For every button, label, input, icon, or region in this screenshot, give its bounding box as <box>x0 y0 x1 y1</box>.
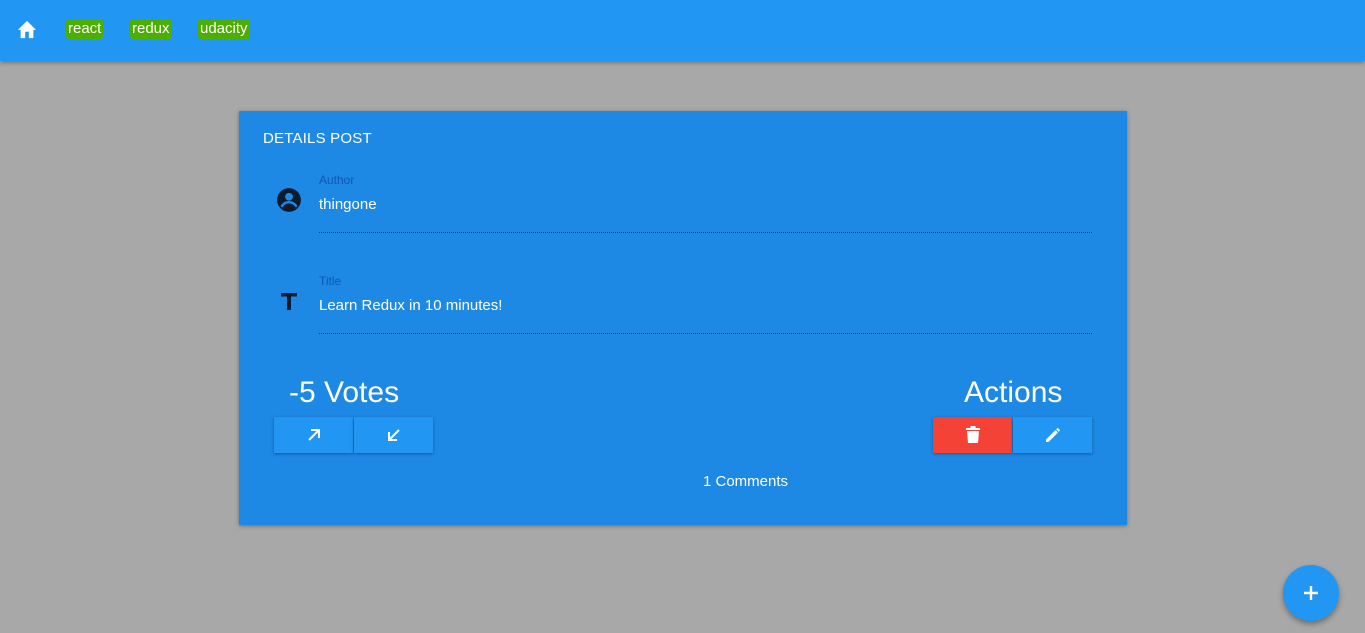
home-button[interactable] <box>15 17 39 41</box>
author-label: Author <box>319 173 355 187</box>
card-title: DETAILS POST <box>263 130 372 147</box>
arrow-down-left-icon <box>387 429 400 441</box>
category-link-redux[interactable]: redux <box>130 19 172 39</box>
actions-heading: Actions <box>964 376 1063 409</box>
author-field[interactable]: Author thingone <box>319 173 1092 233</box>
title-underline <box>319 333 1092 334</box>
author-underline <box>319 232 1092 233</box>
downvote-button[interactable] <box>354 417 433 453</box>
account-circle-icon <box>275 186 303 214</box>
home-icon <box>17 20 37 39</box>
app-bar: react redux udacity <box>0 0 1365 61</box>
plus-icon <box>1304 586 1318 600</box>
title-value: Learn Redux in 10 minutes! <box>319 297 503 314</box>
delete-button[interactable] <box>933 417 1012 453</box>
title-label: Title <box>319 274 342 288</box>
comments-count-link[interactable]: 1 Comments <box>239 473 1127 490</box>
title-icon <box>275 287 303 315</box>
post-details-card: DETAILS POST Author thingone Title Learn… <box>239 111 1127 525</box>
vote-score: -5 Votes <box>289 376 400 409</box>
trash-icon <box>965 426 980 443</box>
category-link-udacity[interactable]: udacity <box>198 19 250 39</box>
add-post-button[interactable] <box>1283 565 1339 621</box>
title-field[interactable]: Title Learn Redux in 10 minutes! <box>319 274 1092 334</box>
category-link-react[interactable]: react <box>66 19 104 39</box>
author-value: thingone <box>319 196 377 213</box>
pencil-icon <box>1045 428 1060 442</box>
edit-button[interactable] <box>1013 417 1092 453</box>
arrow-up-right-icon <box>307 429 320 441</box>
upvote-button[interactable] <box>274 417 353 453</box>
